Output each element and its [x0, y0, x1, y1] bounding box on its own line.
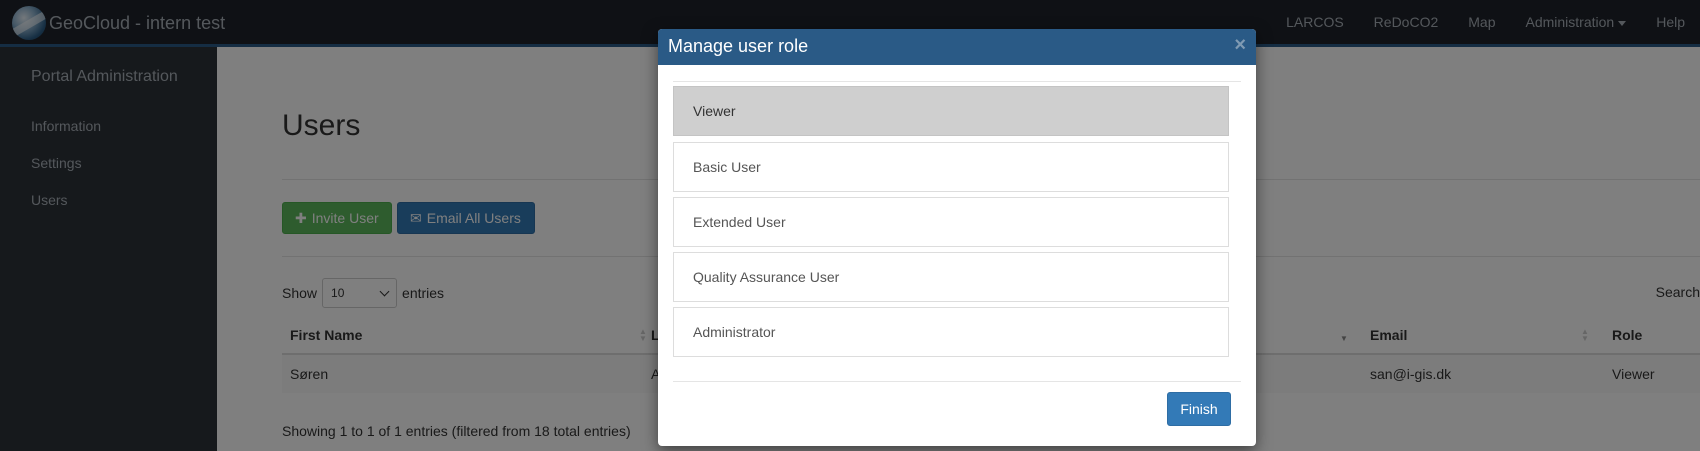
manage-user-role-modal: Manage user role × Viewer Basic User Ext… — [658, 29, 1256, 446]
role-option-viewer[interactable]: Viewer — [673, 86, 1229, 136]
role-option-extended-user[interactable]: Extended User — [673, 197, 1229, 247]
role-option-administrator[interactable]: Administrator — [673, 307, 1229, 357]
modal-header: Manage user role × — [658, 29, 1256, 65]
role-option-basic-user[interactable]: Basic User — [673, 142, 1229, 192]
role-option-quality-assurance-user[interactable]: Quality Assurance User — [673, 252, 1229, 302]
divider — [673, 81, 1241, 82]
divider — [673, 381, 1241, 382]
close-icon[interactable]: × — [1234, 35, 1246, 55]
finish-button[interactable]: Finish — [1167, 392, 1231, 426]
modal-title: Manage user role — [668, 36, 809, 56]
